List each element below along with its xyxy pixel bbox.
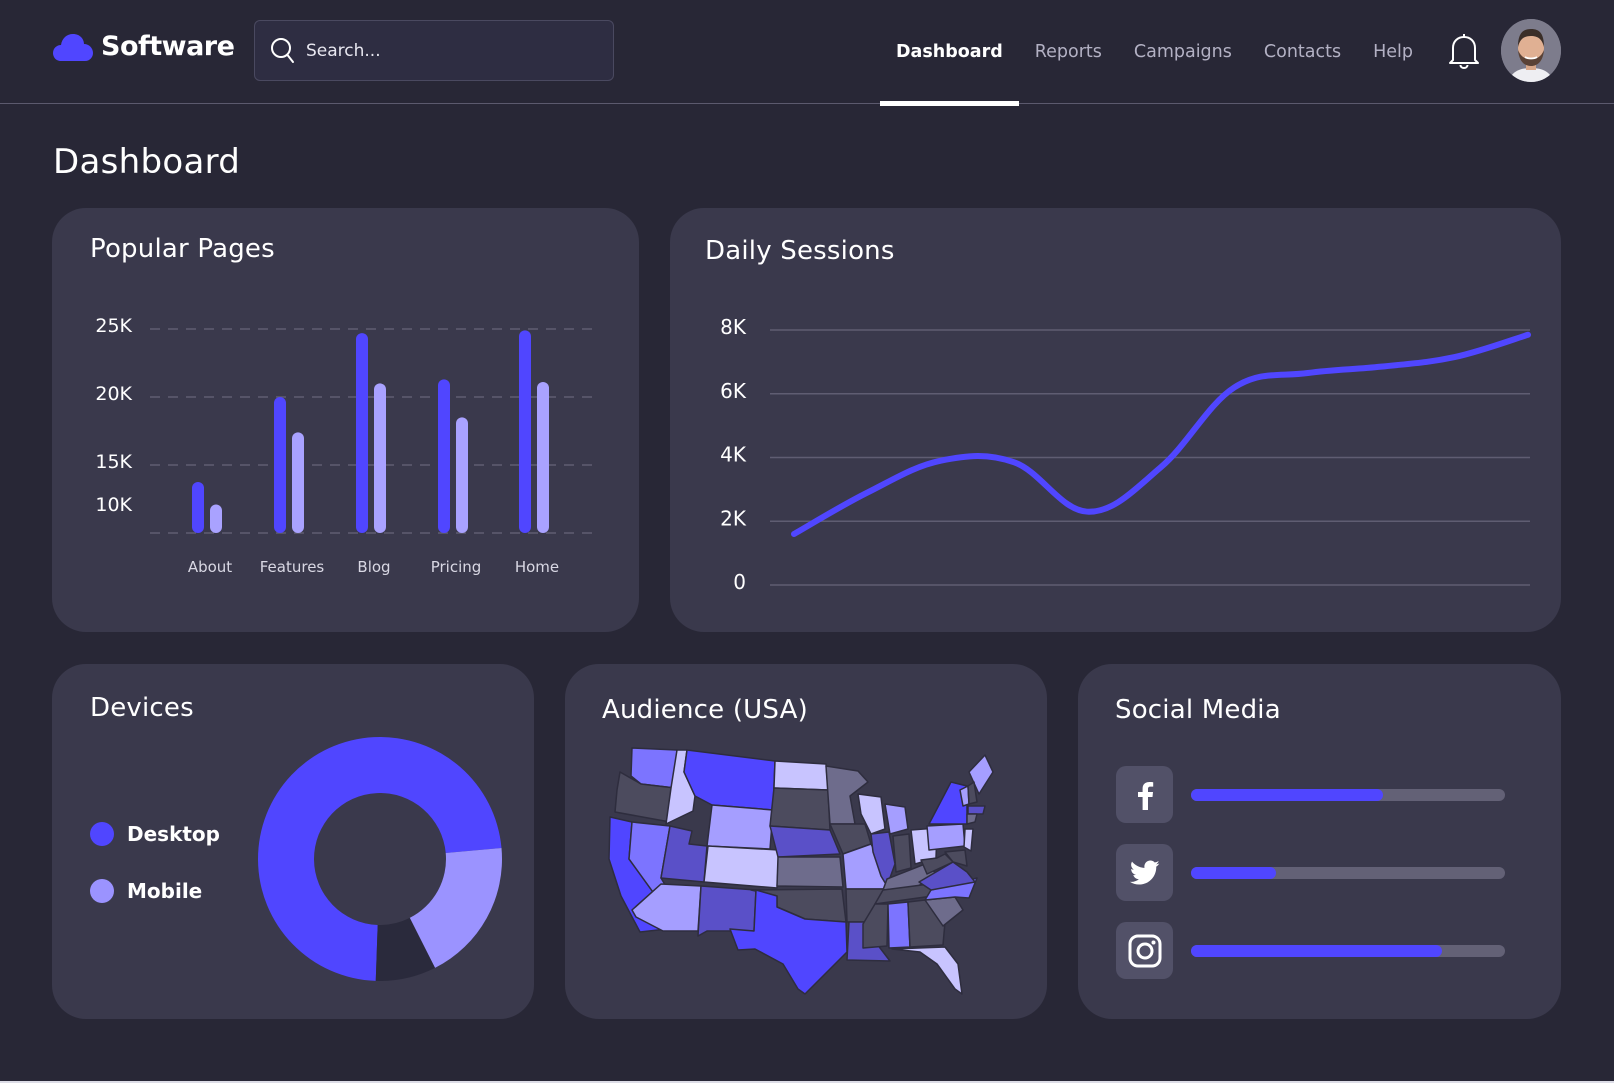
popular-pages-card: Popular Pages 25K 20K 15K 10K About Features B… — [52, 208, 639, 632]
social-row-instagram — [1116, 922, 1505, 979]
state-ut — [660, 825, 708, 883]
state-ne — [769, 825, 841, 858]
bar-about-2 — [210, 504, 222, 533]
facebook-icon — [1137, 781, 1153, 810]
bar-blog-2 — [374, 383, 386, 533]
y-tick-label: 8K — [720, 315, 747, 339]
twitter-progress-track — [1191, 866, 1505, 879]
bar-home-2 — [537, 382, 549, 533]
state-al — [887, 901, 911, 949]
state-nj — [963, 828, 974, 852]
search-icon — [271, 37, 294, 63]
devices-card: Devices Desktop Mobile — [52, 664, 534, 1019]
x-tick-label: About — [188, 558, 232, 576]
nav-item-contacts[interactable]: Contacts — [1248, 0, 1357, 104]
devices-donut-chart — [257, 737, 502, 981]
social-media-title: Social Media — [1115, 695, 1281, 725]
facebook-button[interactable] — [1116, 766, 1173, 823]
state-nm — [697, 885, 757, 937]
search-input[interactable] — [306, 40, 586, 61]
daily-sessions-chart: 8K 6K 4K 2K 0 — [720, 315, 1531, 594]
facebook-progress-fill — [1191, 788, 1383, 801]
state-wy — [706, 804, 774, 850]
state-nd — [773, 760, 829, 791]
state-ny — [928, 781, 968, 825]
state-mt — [683, 749, 776, 811]
state-pa — [926, 823, 966, 851]
bar-pricing-2 — [456, 417, 468, 533]
notifications-button[interactable] — [1448, 32, 1480, 74]
facebook-progress-track — [1191, 788, 1505, 801]
nav-item-reports[interactable]: Reports — [1019, 0, 1118, 104]
app-name: Software — [101, 31, 235, 62]
social-row-facebook — [1116, 766, 1505, 823]
instagram-icon — [1128, 934, 1161, 967]
y-tick-label: 0 — [733, 570, 746, 594]
main-nav: Dashboard Reports Campaigns Contacts Hel… — [880, 0, 1429, 106]
bar-features-1 — [274, 397, 286, 533]
x-tick-label: Pricing — [431, 558, 482, 576]
bell-icon — [1449, 34, 1479, 69]
state-in — [892, 833, 912, 873]
user-avatar[interactable] — [1501, 19, 1561, 82]
state-ma — [967, 805, 986, 815]
audience-card: Audience (USA) — [565, 664, 1047, 1019]
top-navigation-bar: Software Dashboard Reports Campaigns Con… — [0, 0, 1614, 106]
state-ct — [966, 813, 978, 825]
twitter-button[interactable] — [1116, 844, 1173, 901]
y-tick-label: 6K — [720, 379, 747, 403]
usa-map — [608, 747, 994, 995]
instagram-button[interactable] — [1116, 922, 1173, 979]
state-ks — [776, 856, 844, 888]
y-tick-label: 2K — [720, 506, 747, 530]
state-mi — [884, 803, 909, 835]
nav-item-help[interactable]: Help — [1357, 0, 1429, 104]
bar-about-1 — [192, 482, 204, 533]
social-row-twitter — [1116, 844, 1505, 901]
x-tick-label: Blog — [357, 558, 390, 576]
daily-sessions-card: Daily Sessions 8K 6K 4K 2K 0 — [670, 208, 1561, 632]
y-tick-label: 15K — [95, 451, 132, 473]
nav-item-dashboard[interactable]: Dashboard — [880, 0, 1019, 106]
bar-pricing-1 — [438, 379, 450, 533]
state-sd — [769, 787, 831, 831]
cloud-icon — [53, 33, 93, 61]
twitter-progress-fill — [1191, 866, 1276, 879]
app-logo[interactable]: Software — [53, 31, 235, 62]
bar-features-2 — [292, 432, 304, 533]
state-fl — [891, 946, 963, 995]
x-tick-label: Home — [515, 558, 559, 576]
bar-home-1 — [519, 330, 531, 533]
state-co — [703, 845, 780, 889]
y-tick-label: 20K — [95, 383, 132, 405]
search-box[interactable] — [254, 20, 614, 81]
nav-item-campaigns[interactable]: Campaigns — [1118, 0, 1248, 104]
instagram-progress-fill — [1191, 944, 1443, 957]
y-tick-label: 25K — [95, 315, 132, 337]
user-photo — [1501, 19, 1561, 82]
page-title: Dashboard — [53, 142, 241, 182]
social-media-card: Social Media — [1078, 664, 1561, 1019]
instagram-progress-track — [1191, 944, 1505, 957]
popular-pages-chart: 25K 20K 15K 10K About Features Blog Pricing Home — [95, 315, 592, 576]
sessions-line — [791, 331, 1531, 537]
bar-blog-1 — [356, 333, 368, 533]
y-tick-label: 10K — [95, 494, 132, 516]
twitter-icon — [1129, 860, 1159, 884]
x-tick-label: Features — [260, 558, 325, 576]
y-tick-label: 4K — [720, 443, 747, 467]
